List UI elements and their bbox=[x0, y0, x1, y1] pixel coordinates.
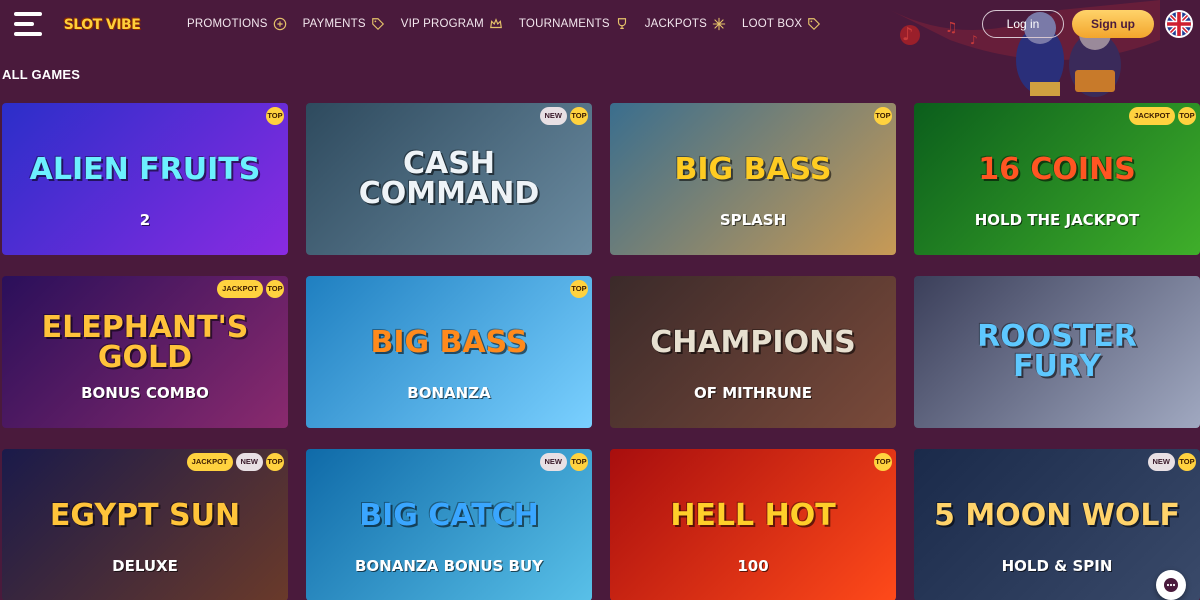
signup-button[interactable]: Sign up bbox=[1072, 10, 1154, 38]
new-badge: NEW bbox=[235, 453, 263, 471]
badge-group: NEW TOP bbox=[1147, 453, 1196, 471]
top-badge: TOP bbox=[570, 280, 588, 298]
trophy-icon bbox=[615, 17, 629, 31]
game-tile[interactable]: ELEPHANT'S GOLD BONUS COMBO JACKPOT TOP bbox=[2, 276, 288, 428]
nav-item-label: LOOT BOX bbox=[742, 18, 803, 30]
jackpot-badge: JACKPOT bbox=[186, 453, 233, 471]
top-badge: TOP bbox=[1178, 107, 1196, 125]
game-title: BIG BASS bbox=[674, 151, 832, 187]
top-badge: TOP bbox=[1178, 453, 1196, 471]
crown-icon bbox=[489, 17, 503, 31]
uk-flag-icon[interactable] bbox=[1165, 10, 1193, 38]
svg-text:♪: ♪ bbox=[902, 24, 914, 45]
nav-item-label: VIP PROGRAM bbox=[400, 18, 484, 30]
nav-item-label: PROMOTIONS bbox=[187, 18, 268, 30]
main-nav: PROMOTIONS PAYMENTS VIP PROGRAM TOURNAMENTS… bbox=[187, 0, 837, 48]
nav-item-tournaments[interactable]: TOURNAMENTS bbox=[519, 0, 629, 48]
badge-group: JACKPOT TOP bbox=[1129, 107, 1196, 125]
game-subtitle: 2 bbox=[139, 211, 151, 229]
top-badge: TOP bbox=[266, 453, 284, 471]
game-title: BIG BASS bbox=[370, 324, 528, 360]
badge-group: JACKPOT NEW TOP bbox=[186, 453, 284, 471]
game-tile[interactable]: CASH COMMAND NEW TOP bbox=[306, 103, 592, 255]
badge-group: TOP bbox=[874, 107, 892, 125]
badge-group: TOP bbox=[266, 107, 284, 125]
top-badge: TOP bbox=[266, 107, 284, 125]
badge-group: JACKPOT TOP bbox=[217, 280, 284, 298]
nav-item-vip-program[interactable]: VIP PROGRAM bbox=[401, 0, 503, 48]
game-title: EGYPT SUN bbox=[49, 497, 241, 533]
top-badge: TOP bbox=[874, 107, 892, 125]
sparkle-icon bbox=[712, 17, 726, 31]
nav-item-label: TOURNAMENTS bbox=[518, 18, 610, 30]
game-title: ALIEN FRUITS bbox=[29, 151, 261, 187]
new-badge: NEW bbox=[1147, 453, 1175, 471]
hamburger-menu-icon[interactable] bbox=[14, 12, 42, 36]
nav-item-payments[interactable]: PAYMENTS bbox=[303, 0, 385, 48]
game-title: CASH COMMAND bbox=[358, 146, 540, 211]
nav-item-promotions[interactable]: PROMOTIONS bbox=[187, 0, 287, 48]
game-title: BIG CATCH bbox=[359, 497, 539, 533]
game-tile[interactable]: BIG BASS BONANZA TOP bbox=[306, 276, 592, 428]
game-subtitle: 100 bbox=[737, 557, 769, 575]
new-badge: NEW bbox=[539, 453, 567, 471]
game-tile[interactable]: HELL HOT 100 TOP bbox=[610, 449, 896, 600]
badge-group: NEW TOP bbox=[539, 107, 588, 125]
jackpot-badge: JACKPOT bbox=[217, 280, 263, 298]
game-subtitle: OF MITHRUNE bbox=[693, 384, 813, 402]
section-title: ALL GAMES bbox=[2, 67, 81, 82]
game-tile[interactable]: ROOSTER FURY bbox=[914, 276, 1200, 428]
chat-icon[interactable] bbox=[1156, 570, 1186, 600]
gift-icon bbox=[273, 17, 287, 31]
game-tile[interactable]: EGYPT SUN DELUXE JACKPOT NEW TOP bbox=[2, 449, 288, 600]
site-logo[interactable]: SLOT VIBE bbox=[54, 8, 150, 42]
tag-icon bbox=[807, 17, 821, 31]
game-subtitle: SPLASH bbox=[719, 211, 787, 229]
game-title: ROOSTER FURY bbox=[977, 319, 1137, 384]
badge-group: NEW TOP bbox=[539, 453, 588, 471]
game-title: 16 COINS bbox=[978, 151, 1136, 187]
game-title: 5 MOON WOLF bbox=[934, 497, 1180, 533]
game-title: ELEPHANT'S GOLD bbox=[41, 309, 249, 375]
top-badge: TOP bbox=[874, 453, 892, 471]
nav-item-label: PAYMENTS bbox=[302, 18, 366, 30]
game-tile[interactable]: ALIEN FRUITS 2 TOP bbox=[2, 103, 288, 255]
game-tile[interactable]: BIG CATCH BONANZA BONUS BUY NEW TOP bbox=[306, 449, 592, 600]
badge-group: TOP bbox=[874, 453, 892, 471]
login-button[interactable]: Log in bbox=[982, 10, 1064, 38]
svg-text:♫: ♫ bbox=[945, 20, 958, 36]
game-subtitle: HOLD & SPIN bbox=[1001, 557, 1113, 575]
game-tile[interactable]: CHAMPIONS OF MITHRUNE bbox=[610, 276, 896, 428]
top-header: SLOT VIBE PROMOTIONS PAYMENTS VIP PROGRAM T… bbox=[0, 0, 1200, 97]
game-subtitle: BONANZA BONUS BUY bbox=[354, 557, 544, 575]
logo-text: SLOT VIBE bbox=[63, 17, 141, 33]
game-title: CHAMPIONS bbox=[650, 324, 856, 360]
nav-item-loot-box[interactable]: LOOT BOX bbox=[742, 0, 821, 48]
jackpot-badge: JACKPOT bbox=[1129, 107, 1175, 125]
svg-text:♪: ♪ bbox=[970, 33, 978, 47]
nav-item-jackpots[interactable]: JACKPOTS bbox=[645, 0, 726, 48]
top-badge: TOP bbox=[570, 453, 588, 471]
game-tile[interactable]: BIG BASS SPLASH TOP bbox=[610, 103, 896, 255]
game-subtitle: DELUXE bbox=[112, 557, 178, 575]
new-badge: NEW bbox=[539, 107, 567, 125]
game-tile[interactable]: 16 COINS HOLD THE JACKPOT JACKPOT TOP bbox=[914, 103, 1200, 255]
game-subtitle: HOLD THE JACKPOT bbox=[974, 211, 1140, 229]
game-title: HELL HOT bbox=[670, 497, 836, 533]
badge-group: TOP bbox=[570, 280, 588, 298]
top-badge: TOP bbox=[570, 107, 588, 125]
game-subtitle: BONUS COMBO bbox=[81, 384, 209, 402]
tag-icon bbox=[371, 17, 385, 31]
nav-item-label: JACKPOTS bbox=[644, 18, 708, 30]
top-badge: TOP bbox=[266, 280, 284, 298]
game-subtitle: BONANZA bbox=[407, 384, 491, 402]
